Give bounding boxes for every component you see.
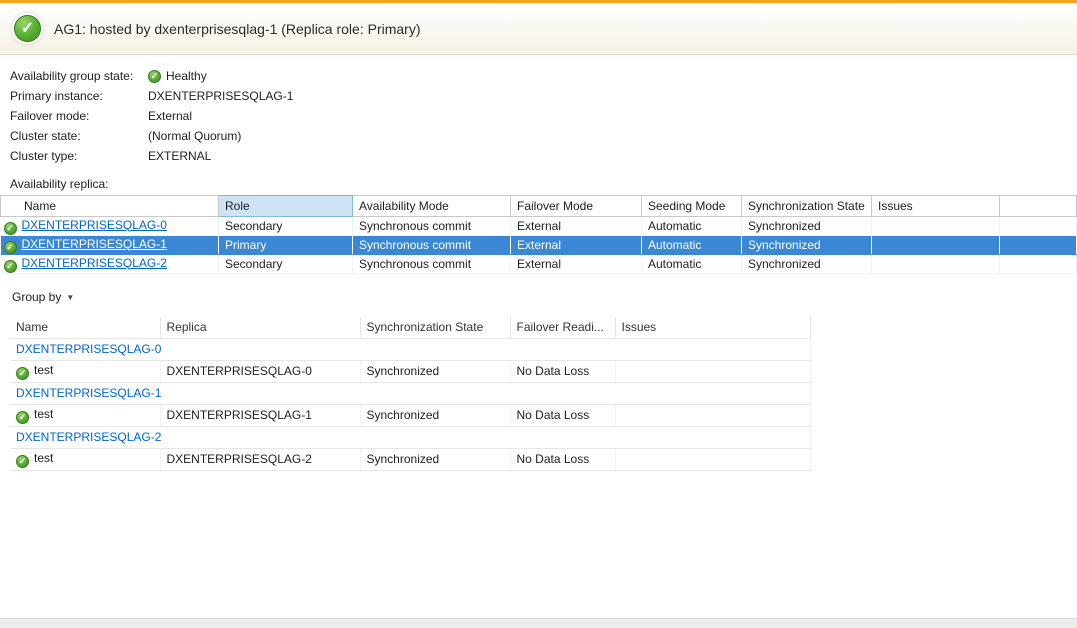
replica-availability-mode-cell: Synchronous commit bbox=[353, 217, 511, 236]
healthy-check-icon bbox=[4, 260, 17, 273]
db-failover-readiness-cell: No Data Loss bbox=[510, 404, 615, 426]
db-group-replica-link[interactable]: DXENTERPRISESQLAG-2 bbox=[16, 430, 161, 444]
summary-label: Failover mode: bbox=[10, 109, 148, 123]
replica-row-selected[interactable]: DXENTERPRISESQLAG-1 Primary Synchronous … bbox=[1, 236, 1077, 255]
summary-row: Availability group state: Healthy bbox=[10, 66, 1077, 86]
db-failover-readiness-cell: No Data Loss bbox=[510, 448, 615, 470]
db-column-header-name[interactable]: Name bbox=[10, 317, 160, 338]
db-issues-cell bbox=[615, 448, 810, 470]
db-column-header-replica[interactable]: Replica bbox=[160, 317, 360, 338]
summary-label: Cluster state: bbox=[10, 129, 148, 143]
summary-panel: Availability group state: Healthy Primar… bbox=[0, 55, 1077, 166]
replica-link[interactable]: DXENTERPRISESQLAG-0 bbox=[22, 218, 167, 232]
summary-label: Primary instance: bbox=[10, 89, 148, 103]
replica-sync-state-cell: Synchronized bbox=[742, 255, 872, 274]
db-group-replica-link[interactable]: DXENTERPRISESQLAG-0 bbox=[16, 342, 161, 356]
summary-label: Cluster type: bbox=[10, 149, 148, 163]
summary-label: Availability group state: bbox=[10, 69, 148, 83]
db-name: test bbox=[34, 451, 53, 465]
db-replica-cell: DXENTERPRISESQLAG-1 bbox=[160, 404, 360, 426]
db-group-header-row[interactable]: DXENTERPRISESQLAG-0 bbox=[10, 338, 810, 360]
column-header-synchronization-state[interactable]: Synchronization State bbox=[742, 196, 872, 217]
db-row[interactable]: test DXENTERPRISESQLAG-1 Synchronized No… bbox=[10, 404, 810, 426]
databases-table: Name Replica Synchronization State Failo… bbox=[10, 317, 811, 471]
replica-row[interactable]: DXENTERPRISESQLAG-0 Secondary Synchronou… bbox=[1, 217, 1077, 236]
replica-seeding-mode-cell: Automatic bbox=[642, 217, 742, 236]
summary-row: Cluster type: EXTERNAL bbox=[10, 146, 1077, 166]
group-by-dropdown[interactable]: Group by ▼ bbox=[12, 290, 74, 304]
replica-availability-mode-cell: Synchronous commit bbox=[353, 255, 511, 274]
replica-seeding-mode-cell: Automatic bbox=[642, 255, 742, 274]
replica-issues-cell bbox=[872, 217, 1000, 236]
replica-seeding-mode-cell: Automatic bbox=[642, 236, 742, 255]
replica-role-cell: Secondary bbox=[219, 217, 353, 236]
healthy-check-icon bbox=[16, 367, 29, 380]
db-group-header-row[interactable]: DXENTERPRISESQLAG-1 bbox=[10, 382, 810, 404]
db-row[interactable]: test DXENTERPRISESQLAG-2 Synchronized No… bbox=[10, 448, 810, 470]
db-issues-cell bbox=[615, 404, 810, 426]
db-sync-state-cell: Synchronized bbox=[360, 360, 510, 382]
replica-table-header-row: Name Role Availability Mode Failover Mod… bbox=[1, 196, 1077, 217]
column-header-name[interactable]: Name bbox=[1, 196, 219, 217]
group-by-label: Group by bbox=[12, 290, 61, 304]
column-header-role[interactable]: Role bbox=[219, 196, 353, 217]
replica-failover-mode-cell: External bbox=[511, 236, 642, 255]
healthy-check-icon bbox=[16, 411, 29, 424]
healthy-check-icon bbox=[4, 222, 17, 235]
db-sync-state-cell: Synchronized bbox=[360, 448, 510, 470]
horizontal-scrollbar[interactable] bbox=[0, 618, 1077, 628]
summary-value: Healthy bbox=[166, 69, 207, 83]
db-column-header-synchronization-state[interactable]: Synchronization State bbox=[360, 317, 510, 338]
replica-link[interactable]: DXENTERPRISESQLAG-2 bbox=[22, 256, 167, 270]
page-title: AG1: hosted by dxenterprisesqlag-1 (Repl… bbox=[54, 21, 421, 37]
replica-sync-state-cell: Synchronized bbox=[742, 217, 872, 236]
chevron-down-icon: ▼ bbox=[66, 293, 74, 302]
healthy-check-icon bbox=[4, 241, 17, 254]
db-row[interactable]: test DXENTERPRISESQLAG-0 Synchronized No… bbox=[10, 360, 810, 382]
availability-replica-section-label: Availability replica: bbox=[10, 177, 1077, 191]
db-column-header-failover-readiness[interactable]: Failover Readi... bbox=[510, 317, 615, 338]
db-column-header-issues[interactable]: Issues bbox=[615, 317, 810, 338]
summary-row: Failover mode: External bbox=[10, 106, 1077, 126]
db-group-replica-link[interactable]: DXENTERPRISESQLAG-1 bbox=[16, 386, 161, 400]
databases-table-header-row: Name Replica Synchronization State Failo… bbox=[10, 317, 810, 338]
db-replica-cell: DXENTERPRISESQLAG-0 bbox=[160, 360, 360, 382]
healthy-check-icon bbox=[14, 15, 41, 42]
replica-availability-mode-cell: Synchronous commit bbox=[353, 236, 511, 255]
availability-replica-table: Name Role Availability Mode Failover Mod… bbox=[0, 195, 1077, 274]
column-header-availability-mode[interactable]: Availability Mode bbox=[353, 196, 511, 217]
replica-issues-cell bbox=[872, 236, 1000, 255]
replica-role-cell: Secondary bbox=[219, 255, 353, 274]
summary-value: DXENTERPRISESQLAG-1 bbox=[148, 89, 293, 103]
column-header-seeding-mode[interactable]: Seeding Mode bbox=[642, 196, 742, 217]
replica-failover-mode-cell: External bbox=[511, 255, 642, 274]
healthy-check-icon bbox=[148, 70, 161, 83]
availability-group-header: AG1: hosted by dxenterprisesqlag-1 (Repl… bbox=[0, 3, 1077, 55]
db-issues-cell bbox=[615, 360, 810, 382]
replica-failover-mode-cell: External bbox=[511, 217, 642, 236]
db-name: test bbox=[34, 407, 53, 421]
column-header-issues[interactable]: Issues bbox=[872, 196, 1000, 217]
db-name: test bbox=[34, 363, 53, 377]
summary-value: EXTERNAL bbox=[148, 149, 211, 163]
db-group-header-row[interactable]: DXENTERPRISESQLAG-2 bbox=[10, 426, 810, 448]
healthy-check-icon bbox=[16, 455, 29, 468]
db-sync-state-cell: Synchronized bbox=[360, 404, 510, 426]
replica-row[interactable]: DXENTERPRISESQLAG-2 Secondary Synchronou… bbox=[1, 255, 1077, 274]
db-replica-cell: DXENTERPRISESQLAG-2 bbox=[160, 448, 360, 470]
replica-link[interactable]: DXENTERPRISESQLAG-1 bbox=[22, 237, 167, 251]
replica-issues-cell bbox=[872, 255, 1000, 274]
summary-value: External bbox=[148, 109, 192, 123]
summary-value: (Normal Quorum) bbox=[148, 129, 241, 143]
replica-sync-state-cell: Synchronized bbox=[742, 236, 872, 255]
summary-row: Primary instance: DXENTERPRISESQLAG-1 bbox=[10, 86, 1077, 106]
column-header-failover-mode[interactable]: Failover Mode bbox=[511, 196, 642, 217]
db-failover-readiness-cell: No Data Loss bbox=[510, 360, 615, 382]
replica-role-cell: Primary bbox=[219, 236, 353, 255]
column-header-filler bbox=[1000, 196, 1077, 217]
summary-row: Cluster state: (Normal Quorum) bbox=[10, 126, 1077, 146]
